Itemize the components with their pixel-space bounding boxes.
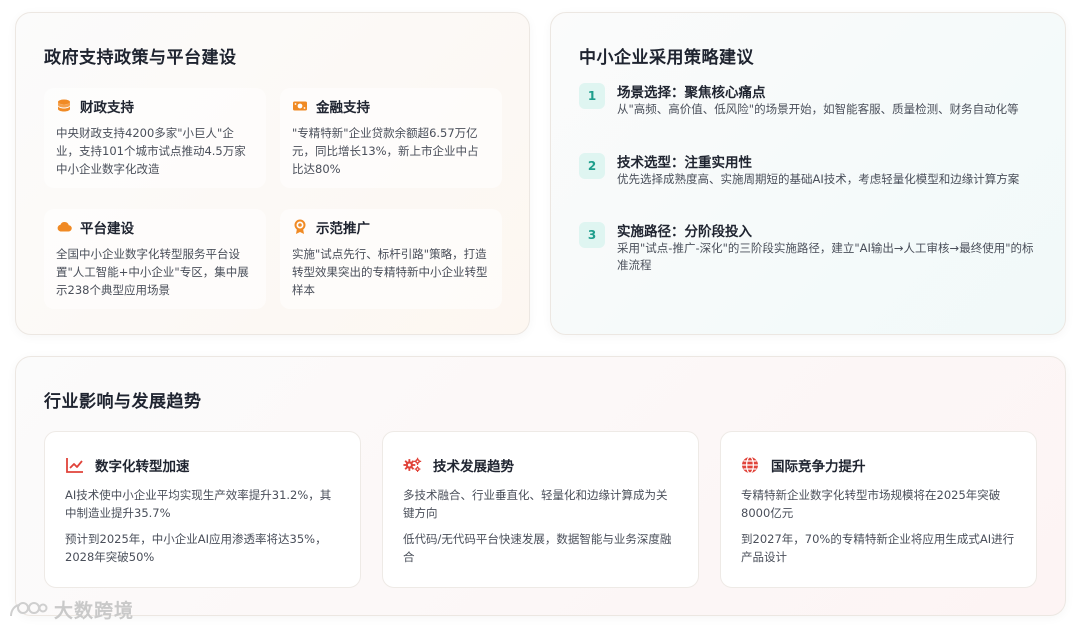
strategy-text: 从"高频、高价值、低风险"的场景开始，如智能客服、质量检测、财务自动化等 — [617, 102, 1019, 116]
step-number-badge: 3 — [579, 222, 605, 248]
strategy-text: 优先选择成熟度高、实施周期短的基础AI技术，考虑轻量化模型和边缘计算方案 — [617, 172, 1020, 186]
policy-item-demonstration: 示范推广 实施"试点先行、标杆引路"策略，打造转型效果突出的专精特新中小企业转型… — [280, 209, 502, 309]
gears-icon — [403, 456, 423, 474]
policy-text: 中央财政支持4200多家"小巨人"企业，支持101个城市试点推动4.5万家中小企… — [56, 126, 246, 176]
policy-item-finance: 金融支持 "专精特新"企业贷款余额超6.57万亿元，同比增长13%，新上市企业中… — [280, 88, 502, 188]
trend-item-technology: 技术发展趋势 多技术融合、行业垂直化、轻量化和边缘计算成为关键方向 低代码/无代… — [382, 431, 699, 588]
logo-icon — [10, 601, 48, 616]
government-policy-card: 政府支持政策与平台建设 财政支持 中央财政支持4200多家"小巨人"企业，支持1… — [15, 12, 530, 335]
watermark: 大数跨境 — [8, 596, 134, 623]
strategy-title: 实施路径：分阶段投入 — [617, 224, 752, 240]
trend-title: 数字化转型加速 — [95, 459, 190, 475]
policy-text: "专精特新"企业贷款余额超6.57万亿元，同比增长13%，新上市企业中占比达80… — [292, 126, 479, 176]
strategy-title: 场景选择：聚焦核心痛点 — [617, 85, 766, 101]
government-policy-title: 政府支持政策与平台建设 — [44, 48, 237, 68]
trend-text: 到2027年，70%的专精特新企业将应用生成式AI进行产品设计 — [741, 532, 1015, 564]
trend-item-global: 国际竞争力提升 专精特新企业数字化转型市场规模将在2025年突破8000亿元 到… — [720, 431, 1037, 588]
globe-icon — [741, 456, 761, 474]
policy-title: 示范推广 — [316, 221, 370, 237]
policy-title: 财政支持 — [80, 100, 134, 116]
step-number-badge: 2 — [579, 153, 605, 179]
policy-text: 实施"试点先行、标杆引路"策略，打造转型效果突出的专精特新中小企业转型样本 — [292, 247, 488, 297]
policy-item-platform: 平台建设 全国中小企业数字化转型服务平台设置"人工智能+中小企业"专区，集中展示… — [44, 209, 266, 309]
line-chart-icon — [65, 456, 85, 474]
trend-text: 多技术融合、行业垂直化、轻量化和边缘计算成为关键方向 — [403, 488, 668, 520]
policy-title: 金融支持 — [316, 100, 370, 116]
industry-trends-card: 行业影响与发展趋势 数字化转型加速 AI技术使中小企业平均实现生产效率提升31.… — [15, 356, 1066, 616]
sme-strategy-card: 中小企业采用策略建议 1 场景选择：聚焦核心痛点 从"高频、高价值、低风险"的场… — [550, 12, 1066, 335]
cloud-icon — [56, 219, 72, 235]
strategy-text: 采用"试点-推广-深化"的三阶段实施路径，建立"AI输出→人工审核→最终使用"的… — [617, 241, 1034, 272]
step-number-badge: 1 — [579, 83, 605, 109]
trend-text: 低代码/无代码平台快速发展，数据智能与业务深度融合 — [403, 532, 672, 564]
sme-strategy-title: 中小企业采用策略建议 — [579, 48, 754, 68]
policy-item-fiscal: 财政支持 中央财政支持4200多家"小巨人"企业，支持101个城市试点推动4.5… — [44, 88, 266, 188]
industry-trends-title: 行业影响与发展趋势 — [44, 392, 202, 412]
trend-text: AI技术使中小企业平均实现生产效率提升31.2%，其中制造业提升35.7% — [65, 488, 332, 520]
trend-text: 专精特新企业数字化转型市场规模将在2025年突破8000亿元 — [741, 488, 1001, 520]
strategy-title: 技术选型：注重实用性 — [617, 155, 752, 171]
trend-item-digital: 数字化转型加速 AI技术使中小企业平均实现生产效率提升31.2%，其中制造业提升… — [44, 431, 361, 588]
policy-title: 平台建设 — [80, 221, 134, 237]
watermark-text: 大数跨境 — [54, 600, 135, 622]
policy-text: 全国中小企业数字化转型服务平台设置"人工智能+中小企业"专区，集中展示238个典… — [56, 247, 249, 297]
trend-title: 国际竞争力提升 — [771, 459, 866, 475]
coins-icon — [56, 98, 72, 114]
trend-title: 技术发展趋势 — [433, 459, 514, 475]
award-icon — [292, 219, 308, 235]
trend-text: 预计到2025年，中小企业AI应用渗透率将达35%，2028年突破50% — [65, 532, 327, 564]
money-bill-icon — [292, 98, 308, 114]
